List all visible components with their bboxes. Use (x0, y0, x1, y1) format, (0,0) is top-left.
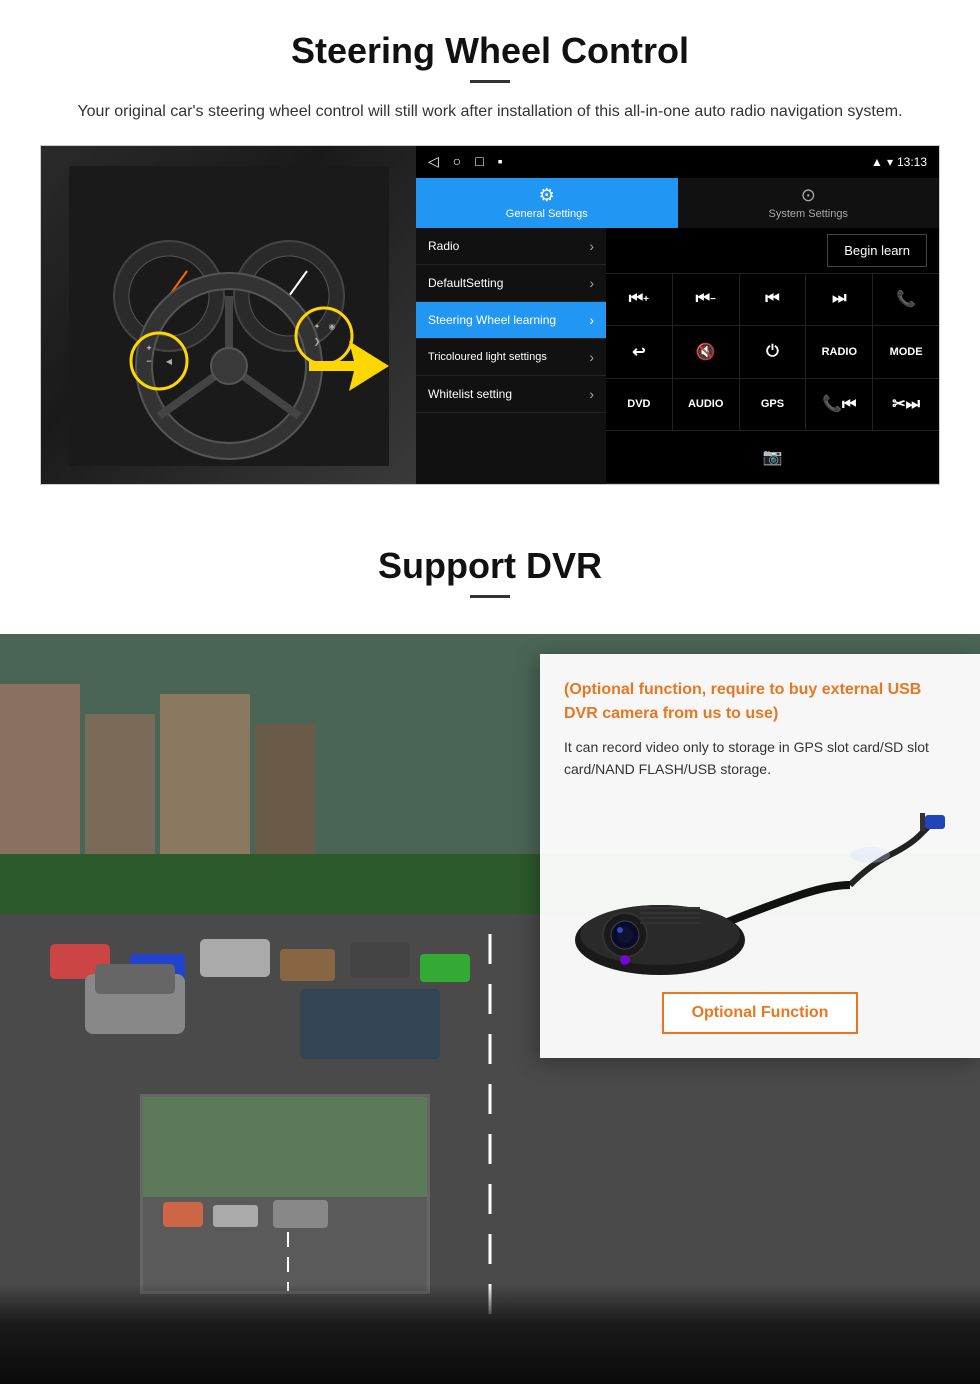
dvr-background: (Optional function, require to buy exter… (0, 634, 980, 1384)
wifi-icon: ▾ (887, 155, 893, 169)
ctrl-vol-down[interactable]: ⏮− (673, 274, 740, 326)
chevron-right-icon: › (589, 312, 594, 328)
ctrl-camera[interactable]: 📷 (606, 431, 939, 483)
menu-item-defaultsetting[interactable]: DefaultSetting › (416, 265, 606, 302)
svg-text:◉: ◉ (328, 322, 335, 331)
steering-wheel-svg: + − ◀ ✦ ◉ ❯ (69, 166, 389, 466)
dvr-inset-road-scene (143, 1097, 427, 1291)
svg-text:✦: ✦ (313, 322, 320, 331)
steering-content-area: + − ◀ ✦ ◉ ❯ ◁ ○ □ ▪ (40, 145, 940, 485)
android-nav-icons: ◁ ○ □ ▪ (428, 153, 503, 170)
optional-function-button[interactable]: Optional Function (662, 992, 859, 1034)
dvr-section: Support DVR (0, 515, 980, 1384)
tab-system-label: System Settings (769, 208, 848, 220)
dvr-title: Support DVR (40, 545, 940, 587)
steering-subtitle: Your original car's steering wheel contr… (60, 99, 920, 125)
android-controls: Begin learn ⏮+ ⏮− ⏮ ⏭ 📞 ↩ (606, 228, 939, 484)
chevron-right-icon: › (589, 349, 594, 365)
dvr-title-divider (470, 595, 510, 598)
recent-nav-icon[interactable]: □ (475, 153, 483, 170)
begin-learn-button[interactable]: Begin learn (827, 234, 927, 267)
svg-text:−: − (146, 356, 151, 366)
ctrl-phone-prev[interactable]: 📞⏮ (806, 379, 873, 431)
title-divider (470, 80, 510, 83)
home-nav-icon[interactable]: ○ (453, 153, 461, 170)
begin-learn-row: Begin learn (606, 228, 939, 274)
android-body: Radio › DefaultSetting › Steering Wheel … (416, 228, 939, 484)
ctrl-scissors-next[interactable]: ✂⏭ (873, 379, 939, 431)
chevron-right-icon: › (589, 238, 594, 254)
ctrl-hangup[interactable]: ↩ (606, 326, 673, 378)
controls-row-1: ⏮+ ⏮− ⏮ ⏭ 📞 (606, 274, 939, 327)
dvr-inset-svg (143, 1097, 430, 1294)
dvr-camera-image (564, 800, 956, 980)
controls-row-4: 📷 (606, 431, 939, 484)
svg-text:❯: ❯ (313, 337, 320, 346)
ctrl-radio[interactable]: RADIO (806, 326, 873, 378)
steering-wheel-photo: + − ◀ ✦ ◉ ❯ (41, 146, 416, 485)
steering-section: Steering Wheel Control Your original car… (0, 0, 980, 505)
ctrl-power[interactable]: ⏻ (740, 326, 807, 378)
android-topbar: ◁ ○ □ ▪ ▲ ▾ 13:13 (416, 146, 939, 178)
tab-general-label: General Settings (506, 208, 588, 220)
dvr-dashboard (0, 1284, 980, 1384)
android-status: ▲ ▾ 13:13 (871, 155, 927, 169)
dvr-camera-svg (570, 805, 950, 975)
controls-row-2: ↩ 🔇 ⏻ RADIO MODE (606, 326, 939, 379)
tab-general-settings[interactable]: ⚙ General Settings (416, 178, 678, 228)
ctrl-phone[interactable]: 📞 (873, 274, 939, 326)
ctrl-gps[interactable]: GPS (740, 379, 807, 431)
ctrl-next-track[interactable]: ⏭ (806, 274, 873, 326)
clock: 13:13 (897, 155, 927, 169)
android-tabs: ⚙ General Settings ⊙ System Settings (416, 178, 939, 228)
menu-item-steering-learning[interactable]: Steering Wheel learning › (416, 302, 606, 339)
menu-item-radio[interactable]: Radio › (416, 228, 606, 265)
chevron-right-icon: › (589, 386, 594, 402)
dvr-optional-text: (Optional function, require to buy exter… (564, 678, 956, 726)
dvr-description-text: It can record video only to storage in G… (564, 736, 956, 781)
ctrl-dvd[interactable]: DVD (606, 379, 673, 431)
menu-steering-label: Steering Wheel learning (428, 313, 556, 327)
svg-text:+: + (146, 343, 151, 353)
ctrl-audio[interactable]: AUDIO (673, 379, 740, 431)
android-menu: Radio › DefaultSetting › Steering Wheel … (416, 228, 606, 484)
android-screen: ◁ ○ □ ▪ ▲ ▾ 13:13 ⚙ General Settings (416, 146, 939, 484)
menu-item-whitelist[interactable]: Whitelist setting › (416, 376, 606, 413)
controls-grid: ⏮+ ⏮− ⏮ ⏭ 📞 ↩ 🔇 ⏻ RADIO MODE (606, 274, 939, 484)
menu-item-tricoloured[interactable]: Tricoloured light settings › (416, 339, 606, 376)
signal-icon: ▲ (871, 155, 883, 169)
dvr-inset-screen (140, 1094, 430, 1294)
dvr-header: Support DVR (0, 515, 980, 634)
ctrl-mute[interactable]: 🔇 (673, 326, 740, 378)
dvr-info-card: (Optional function, require to buy exter… (540, 654, 980, 1059)
tab-system-settings[interactable]: ⊙ System Settings (678, 178, 940, 228)
menu-default-label: DefaultSetting (428, 276, 503, 290)
menu-radio-label: Radio (428, 239, 459, 253)
steering-title: Steering Wheel Control (40, 30, 940, 72)
settings-gear-icon: ⚙ (539, 185, 555, 206)
chevron-right-icon: › (589, 275, 594, 291)
system-icon: ⊙ (801, 185, 816, 206)
menu-whitelist-label: Whitelist setting (428, 387, 512, 401)
back-nav-icon[interactable]: ◁ (428, 153, 439, 170)
menu-tricoloured-label: Tricoloured light settings (428, 351, 547, 363)
ctrl-prev-track[interactable]: ⏮ (740, 274, 807, 326)
ctrl-mode[interactable]: MODE (873, 326, 939, 378)
controls-row-3: DVD AUDIO GPS 📞⏮ ✂⏭ (606, 379, 939, 432)
menu-nav-icon[interactable]: ▪ (498, 153, 503, 170)
ctrl-vol-up[interactable]: ⏮+ (606, 274, 673, 326)
svg-text:◀: ◀ (165, 357, 172, 366)
